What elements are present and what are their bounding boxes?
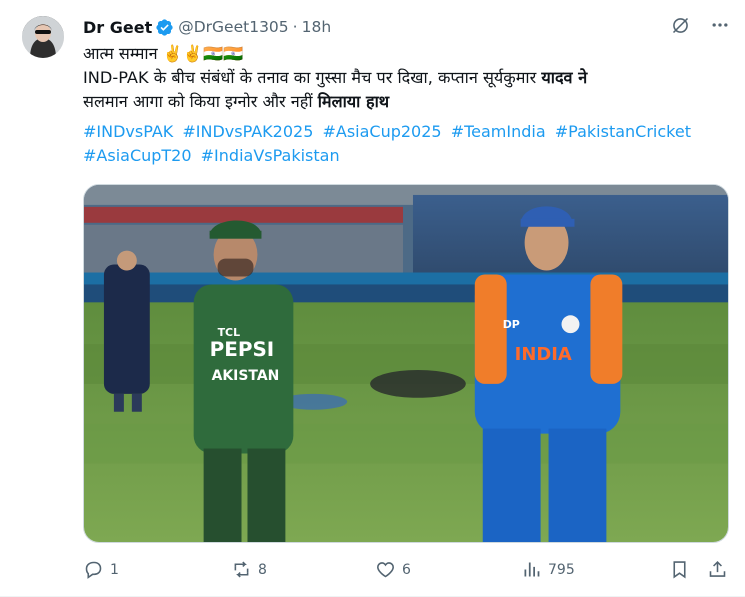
like-button[interactable]: 6 (375, 559, 411, 580)
tweet-text: आत्म सम्मान ✌️✌️🇮🇳🇮🇳 IND-PAK के बीच संबं… (83, 42, 733, 114)
tweet-text-line-2-bold: यादव ने (541, 68, 588, 87)
retweet-icon (234, 561, 249, 578)
author-name[interactable]: Dr Geet (83, 18, 152, 37)
left-jersey-brand: PEPSI (210, 338, 275, 361)
tweet-top-actions (669, 14, 731, 36)
avatar[interactable] (22, 16, 64, 58)
hashtag-link[interactable]: #AsiaCupT20 (83, 146, 192, 165)
reply-button[interactable]: 1 (83, 559, 119, 580)
separator-dot: · (292, 18, 298, 36)
tweet-actions-bar: 1 8 6 795 (83, 559, 731, 585)
like-count: 6 (402, 561, 411, 578)
hashtag-link[interactable]: #PakistanCricket (555, 122, 691, 141)
tweet-text-line-3-bold: मिलाया हाथ (317, 92, 390, 111)
share-button[interactable] (707, 559, 728, 580)
tweet-text-line-2: IND-PAK के बीच संबंधों के तनाव का गुस्सा… (83, 66, 733, 90)
heart-icon (377, 562, 394, 578)
tweet-media-image[interactable]: TCL PEPSI AKISTAN DP INDIA (83, 184, 729, 543)
right-jersey-team: INDIA (515, 344, 572, 365)
timestamp[interactable]: 18h (302, 18, 332, 36)
author-handle[interactable]: @DrGeet1305 (178, 18, 288, 36)
hashtag-link[interactable]: #INDvsPAK2025 (182, 122, 313, 141)
tweet-header: Dr Geet @DrGeet1305 · 18h (83, 15, 331, 39)
hashtag-link[interactable]: #AsiaCup2025 (322, 122, 441, 141)
views-icon (524, 562, 540, 577)
hashtag-link[interactable]: #INDvsPAK (83, 122, 173, 141)
reply-count: 1 (110, 561, 119, 578)
tweet-text-line-3: सलमान आगा को किया इग्नोर और नहीं मिलाया … (83, 90, 733, 114)
retweet-count: 8 (258, 561, 267, 578)
tweet-card[interactable]: Dr Geet @DrGeet1305 · 18h आत्म सम्मान ✌️… (0, 0, 745, 597)
hashtag-link[interactable]: #TeamIndia (451, 122, 546, 141)
tweet-text-line-2-plain: IND-PAK के बीच संबंधों के तनाव का गुस्सा… (83, 68, 542, 87)
left-jersey-team: AKISTAN (212, 368, 280, 384)
view-count: 795 (548, 561, 575, 578)
tweet-text-line-3-plain: सलमान आगा को किया इग्नोर और नहीं (83, 92, 318, 111)
bookmark-button[interactable] (669, 559, 690, 580)
right-jersey-sponsor: DP (503, 318, 520, 331)
share-icon (709, 560, 726, 577)
bookmark-icon (673, 561, 686, 579)
retweet-button[interactable]: 8 (231, 559, 267, 580)
views-button[interactable]: 795 (521, 559, 575, 580)
reply-icon (85, 561, 102, 579)
grok-icon[interactable] (669, 14, 691, 36)
hashtag-list: #INDvsPAK #INDvsPAK2025 #AsiaCup2025 #Te… (83, 120, 733, 168)
hashtag-link[interactable]: #IndiaVsPakistan (201, 146, 340, 165)
cricket-field (84, 302, 728, 542)
verified-badge-icon (155, 18, 174, 37)
tweet-text-line-1: आत्म सम्मान ✌️✌️🇮🇳🇮🇳 (83, 44, 244, 63)
more-options-icon[interactable] (709, 14, 731, 36)
